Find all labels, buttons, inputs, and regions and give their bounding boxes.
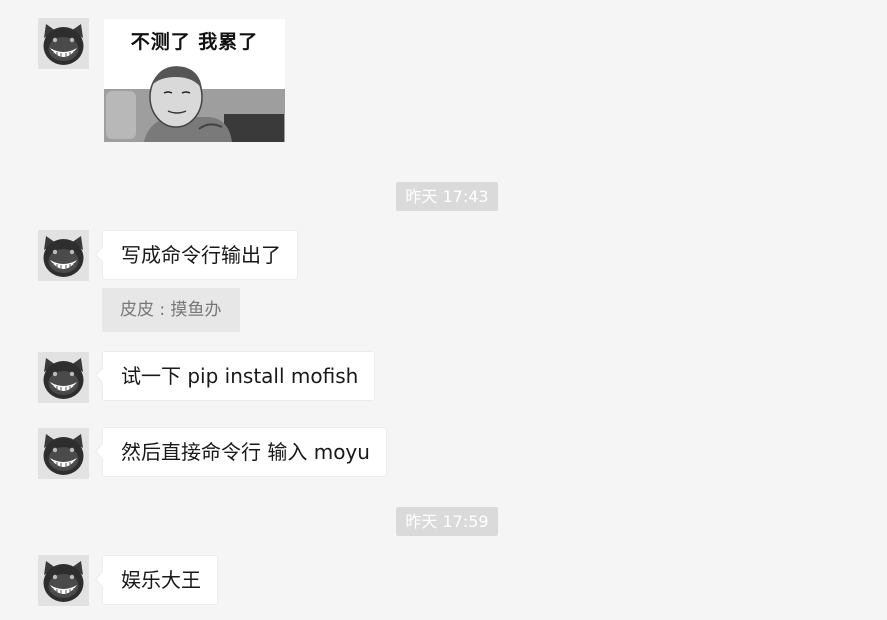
message-bubble[interactable]: 娱乐大王 [102,555,218,605]
cat-avatar-icon [38,555,89,606]
avatar[interactable] [38,428,89,479]
message-bubble[interactable]: 然后直接命令行 输入 moyu [102,427,387,477]
sticker-caption: 不测了 我累了 [130,31,259,53]
message-bubble[interactable]: 试一下 pip install mofish [102,351,376,401]
avatar[interactable] [38,230,89,281]
cat-avatar-icon [38,428,89,479]
quoted-reply[interactable]: 皮皮 : 摸鱼办 [102,288,240,332]
message-bubble[interactable]: 写成命令行输出了 [102,230,298,280]
avatar[interactable] [38,18,89,69]
cat-avatar-icon [38,18,89,69]
sticker-image[interactable]: 不测了 我累了 [104,19,285,142]
cat-avatar-icon [38,230,89,281]
avatar[interactable] [38,352,89,403]
timestamp-divider: 昨天 17:59 [396,507,498,536]
timestamp-divider: 昨天 17:43 [396,182,498,211]
cat-avatar-icon [38,352,89,403]
avatar[interactable] [38,555,89,606]
